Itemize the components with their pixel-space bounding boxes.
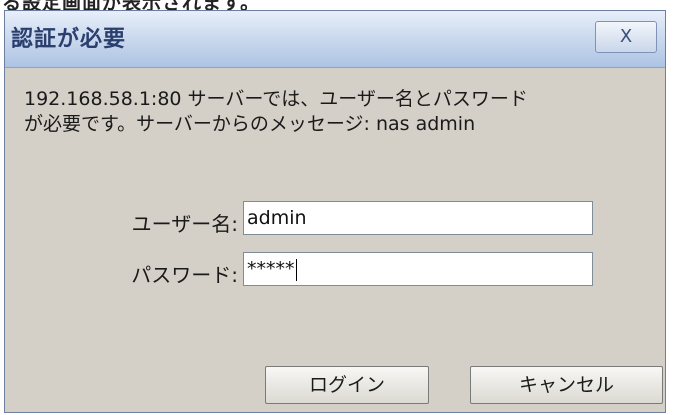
- page-heading-fragment: る設定画面が表示されます。: [2, 0, 260, 10]
- password-value: *****: [247, 258, 295, 280]
- message-line-1: 192.168.58.1:80 サーバーでは、ユーザー名とパスワード: [24, 88, 528, 110]
- page-heading-strip: る設定画面が表示されます。: [0, 0, 674, 10]
- auth-dialog: 認証が必要 X 192.168.58.1:80 サーバーでは、ユーザー名とパスワ…: [4, 10, 666, 413]
- dialog-message: 192.168.58.1:80 サーバーでは、ユーザー名とパスワード が必要です…: [24, 87, 654, 137]
- username-value: admin: [247, 207, 307, 229]
- close-button[interactable]: X: [595, 21, 657, 53]
- password-label: パスワード:: [131, 263, 238, 287]
- password-field[interactable]: *****: [243, 252, 593, 286]
- title-bar: 認証が必要 X: [5, 11, 665, 68]
- cancel-button[interactable]: キャンセル: [470, 366, 663, 404]
- login-button[interactable]: ログイン: [265, 366, 429, 404]
- username-field[interactable]: admin: [243, 201, 593, 235]
- dialog-title: 認証が必要: [11, 27, 127, 52]
- message-line-2: が必要です。サーバーからのメッセージ: nas admin: [24, 113, 476, 135]
- close-icon: X: [619, 26, 633, 47]
- text-caret: [295, 258, 297, 281]
- username-label: ユーザー名:: [131, 212, 238, 236]
